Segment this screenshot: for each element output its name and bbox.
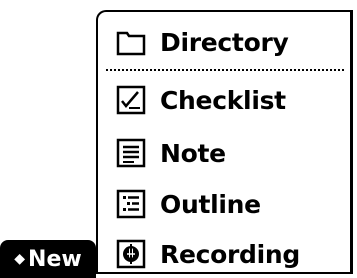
menu-item-checklist[interactable]: Checklist [116,80,286,120]
diamond-icon: ◆ [14,251,26,267]
menu-item-outline[interactable]: Outline [116,184,261,224]
menu-item-note[interactable]: Note [116,133,226,173]
folder-icon [116,31,146,56]
new-button[interactable]: ◆ New [0,240,96,278]
new-item-menu: Directory Checklist Note Outline Recordi… [96,10,353,274]
checklist-icon [116,85,146,115]
menu-divider [106,69,344,71]
menu-item-label: Recording [160,239,300,269]
outline-icon [116,189,146,219]
menu-item-label: Note [160,138,226,168]
menu-item-label: Outline [160,189,261,219]
menu-item-recording[interactable]: Recording [116,234,300,274]
menu-item-directory[interactable]: Directory [116,22,289,62]
note-icon [116,138,146,168]
menu-item-label: Checklist [160,85,286,115]
new-button-label: New [28,246,82,272]
menu-item-label: Directory [160,27,289,57]
recording-icon [116,239,146,269]
